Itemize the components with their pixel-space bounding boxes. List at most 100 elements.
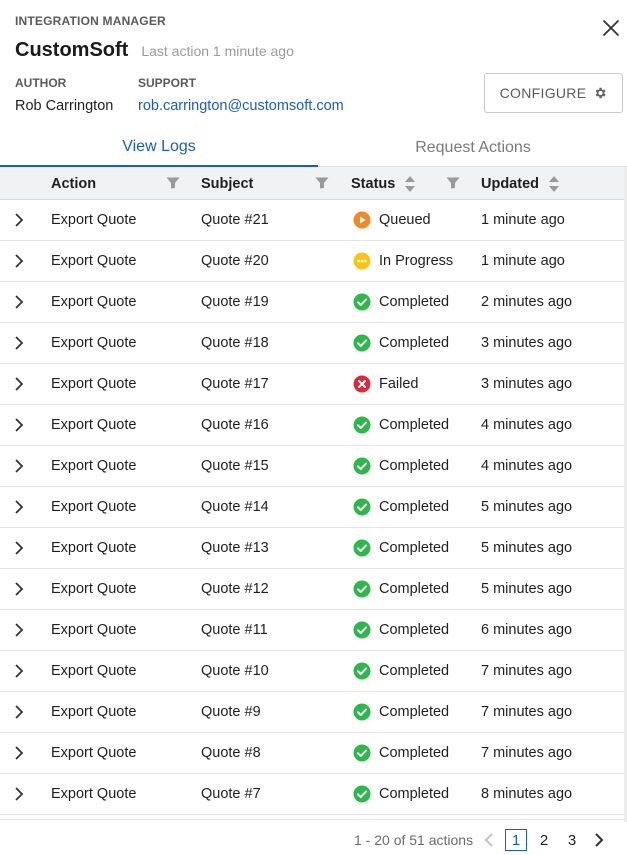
table-row[interactable]: Export Quote Quote #13 Completed 5 minutes … (0, 528, 624, 569)
table-header: Action Subject Status Updated (0, 167, 624, 200)
author-label: AUTHOR (15, 76, 67, 90)
table-row[interactable]: Export Quote Quote #10 Completed 7 minutes … (0, 651, 624, 692)
cell-status: Completed (353, 733, 449, 773)
table-row[interactable]: Export Quote Quote #7 Completed 8 minutes a… (0, 774, 624, 815)
check-circle-icon (353, 785, 371, 803)
cell-status: Completed (353, 405, 449, 445)
check-circle-icon (353, 744, 371, 762)
panel-eyebrow: INTEGRATION MANAGER (15, 14, 166, 28)
tab-view-logs[interactable]: View Logs (0, 129, 318, 167)
cell-action: Export Quote (51, 704, 137, 720)
sort-icon[interactable] (403, 175, 417, 193)
table-row[interactable]: Export Quote Quote #21 Queued 1 minute ago (0, 200, 624, 241)
play-circle-icon (353, 211, 371, 229)
cell-action: Export Quote (51, 335, 137, 351)
table-row[interactable]: Export Quote Quote #19 Completed 2 minutes … (0, 282, 624, 323)
expand-row-button[interactable] (10, 774, 28, 814)
table-row[interactable]: Export Quote Quote #16 Completed 4 minutes … (0, 405, 624, 446)
close-button[interactable] (597, 14, 625, 42)
cell-subject: Quote #7 (201, 786, 261, 802)
cell-updated: 5 minutes ago (481, 581, 573, 597)
table-row[interactable]: Export Quote Quote #12 Completed 5 minutes … (0, 569, 624, 610)
expand-row-button[interactable] (10, 241, 28, 281)
expand-row-button[interactable] (10, 692, 28, 732)
configure-label: CONFIGURE (499, 85, 587, 101)
table-row[interactable]: Export Quote Quote #15 Completed 4 minutes … (0, 446, 624, 487)
expand-row-button[interactable] (10, 282, 28, 322)
table-row[interactable]: Export Quote Quote #17 Failed 3 minutes ago (0, 364, 624, 405)
expand-row-button[interactable] (10, 446, 28, 486)
cell-subject: Quote #14 (201, 499, 269, 515)
cell-status: Queued (353, 200, 431, 240)
check-circle-icon (353, 580, 371, 598)
table-row[interactable]: Export Quote Quote #14 Completed 5 minutes … (0, 487, 624, 528)
column-header-action[interactable]: Action (51, 167, 96, 200)
filter-icon[interactable] (165, 175, 181, 191)
cell-subject: Quote #20 (201, 253, 269, 269)
chevron-right-icon (15, 787, 24, 801)
column-header-updated[interactable]: Updated (481, 167, 539, 200)
cell-action: Export Quote (51, 622, 137, 638)
chevron-right-icon (15, 746, 24, 760)
expand-row-button[interactable] (10, 733, 28, 773)
cell-action: Export Quote (51, 540, 137, 556)
page-button-3[interactable]: 3 (561, 829, 583, 851)
check-circle-icon (353, 539, 371, 557)
expand-row-button[interactable] (10, 487, 28, 527)
cell-updated: 7 minutes ago (481, 745, 573, 761)
page-button-1[interactable]: 1 (505, 829, 527, 851)
check-circle-icon (353, 334, 371, 352)
filter-icon[interactable] (445, 175, 461, 191)
cell-subject: Quote #19 (201, 294, 269, 310)
table-row[interactable]: Export Quote Quote #20 In Progress 1 minute… (0, 241, 624, 282)
table-row[interactable]: Export Quote Quote #9 Completed 7 minutes a… (0, 692, 624, 733)
cell-subject: Quote #17 (201, 376, 269, 392)
cell-subject: Quote #15 (201, 458, 269, 474)
chevron-right-icon (15, 254, 24, 268)
chevron-right-icon (15, 500, 24, 514)
cell-updated: 7 minutes ago (481, 663, 573, 679)
chevron-right-icon (15, 295, 24, 309)
table-body: Export Quote Quote #21 Queued 1 minute ago E… (0, 200, 624, 815)
page-button-2[interactable]: 2 (533, 829, 555, 851)
cell-action: Export Quote (51, 376, 137, 392)
column-header-status[interactable]: Status (351, 167, 395, 200)
configure-button[interactable]: CONFIGURE (484, 73, 623, 113)
expand-row-button[interactable] (10, 528, 28, 568)
support-email-link[interactable]: rob.carrington@customsoft.com (138, 98, 344, 114)
chevron-right-icon (15, 705, 24, 719)
filter-icon[interactable] (314, 175, 330, 191)
gear-icon (595, 87, 606, 99)
status-text: Completed (379, 786, 450, 802)
chevron-right-icon[interactable] (592, 832, 606, 848)
cell-status: Completed (353, 446, 449, 486)
cell-updated: 4 minutes ago (481, 458, 573, 474)
expand-row-button[interactable] (10, 610, 28, 650)
chevron-left-icon[interactable] (482, 832, 496, 848)
cell-status: Completed (353, 774, 449, 814)
cell-subject: Quote #12 (201, 581, 269, 597)
cell-status: Failed (353, 364, 419, 404)
cell-updated: 5 minutes ago (481, 540, 573, 556)
expand-row-button[interactable] (10, 364, 28, 404)
status-text: Completed (379, 294, 450, 310)
cell-subject: Quote #10 (201, 663, 269, 679)
table-row[interactable]: Export Quote Quote #11 Completed 6 minutes … (0, 610, 624, 651)
table-row[interactable]: Export Quote Quote #8 Completed 7 minutes a… (0, 733, 624, 774)
table-row (0, 815, 624, 820)
cell-subject: Quote #8 (201, 745, 261, 761)
cell-updated: 4 minutes ago (481, 417, 573, 433)
cell-action: Export Quote (51, 581, 137, 597)
expand-row-button[interactable] (10, 200, 28, 240)
expand-row-button[interactable] (10, 323, 28, 363)
column-header-subject[interactable]: Subject (201, 167, 253, 200)
expand-row-button[interactable] (10, 405, 28, 445)
chevron-right-icon (15, 623, 24, 637)
expand-row-button[interactable] (10, 569, 28, 609)
sort-icon[interactable] (547, 175, 561, 193)
table-row[interactable]: Export Quote Quote #18 Completed 3 minutes … (0, 323, 624, 364)
chevron-right-icon (15, 582, 24, 596)
tab-request-actions[interactable]: Request Actions (319, 129, 627, 167)
expand-row-button[interactable] (10, 651, 28, 691)
cell-updated: 1 minute ago (481, 212, 565, 228)
